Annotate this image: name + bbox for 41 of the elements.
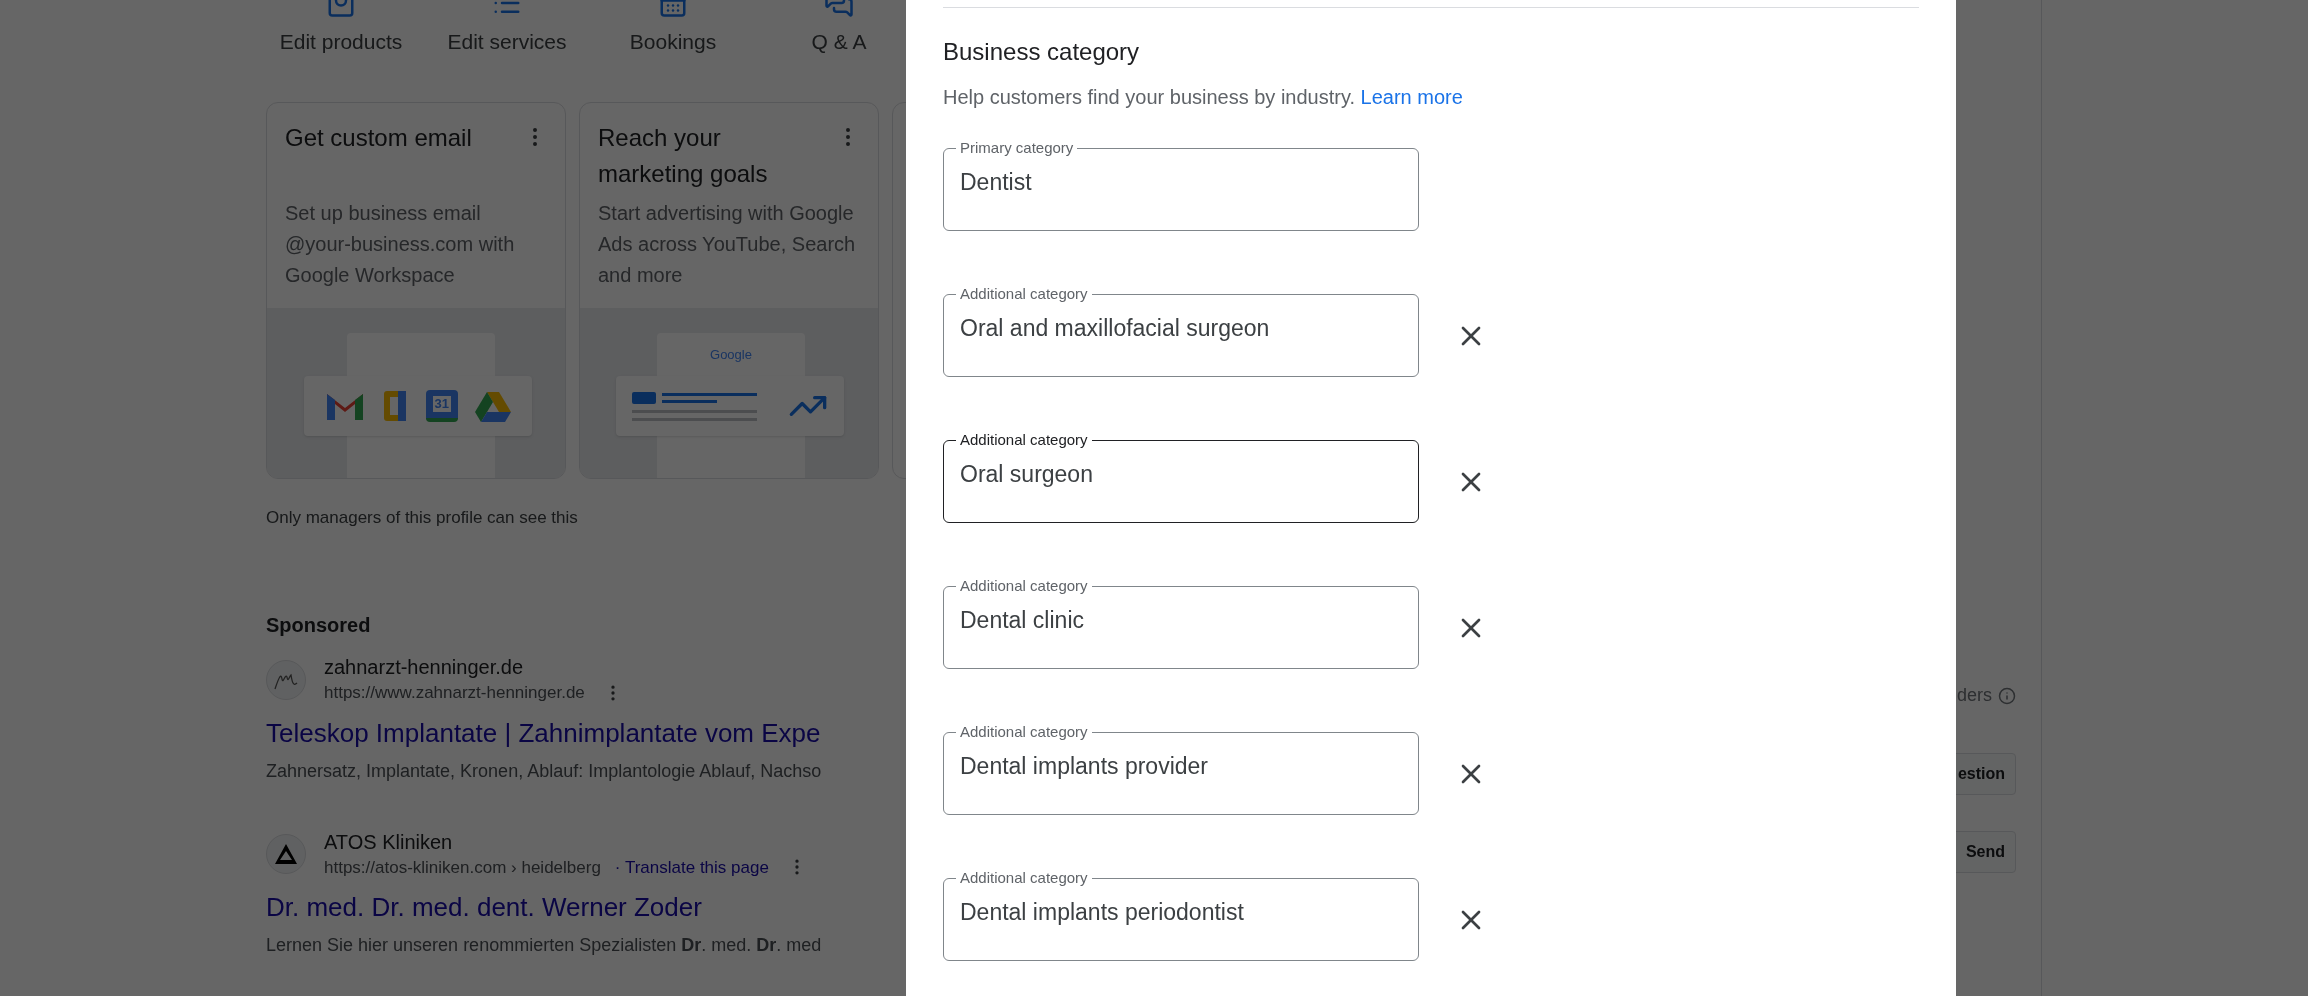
ad-title-link[interactable]: Teleskop Implantate | Zahnimplantate vom Expe	[266, 715, 821, 750]
field-value: Dental clinic	[959, 606, 1085, 635]
triangle-icon	[475, 389, 512, 422]
field-label: Additional category	[959, 868, 1089, 888]
card-description: Start advertising with Google Ads across YouTube, Search and more	[598, 200, 857, 288]
field-value: Oral surgeon	[959, 460, 1094, 489]
learn-more-link[interactable]: Learn more	[1360, 86, 1463, 108]
translate-link[interactable]: · Translate this page	[614, 854, 769, 880]
quick-action-button[interactable]: Edit products	[258, 0, 424, 58]
quick-action-button[interactable]: Q & A	[756, 0, 922, 58]
field-label: Additional category	[959, 722, 1089, 742]
field-label: Additional category	[959, 430, 1089, 450]
section-title: Business category	[943, 37, 1141, 67]
quick-action-button[interactable]: Edit services	[424, 0, 590, 58]
site-logo	[266, 834, 306, 875]
search-logo: Google	[710, 345, 752, 364]
card-title: Reach your marketing goals	[598, 122, 769, 189]
field-value: Dental implants periodontist	[959, 898, 1245, 927]
calendar-date: 31	[432, 395, 451, 412]
field-label: Additional category	[959, 284, 1089, 304]
help-text: Help customers find your business by industry. Learn more	[943, 85, 1464, 110]
field-value: Oral and maxillofacial surgeon	[959, 314, 1271, 343]
ad-site-name: zahnarzt-henninger.de	[324, 655, 525, 680]
ad-site-name: ATOS Kliniken	[324, 829, 454, 855]
card-description: Set up business email @your-business.com with Google Workspace	[285, 200, 516, 288]
visibility-note: Only managers of this profile can see this	[266, 506, 579, 529]
panel-note: ders	[1957, 684, 1992, 707]
ad-title-link[interactable]: Dr. med. Dr. med. dent. Werner Zoder	[266, 890, 702, 924]
ad-url: https://www.zahnarzt-henninger.de	[324, 682, 585, 704]
document-icon	[382, 388, 409, 423]
section-heading: Sponsored	[266, 613, 371, 638]
card-title: Get custom email	[285, 122, 473, 153]
field-label: Additional category	[959, 576, 1089, 596]
quick-action-button[interactable]: Bookings	[590, 0, 756, 58]
field-value: Dental implants provider	[959, 752, 1209, 781]
ad-description: Lernen Sie hier unseren renommierten Spezialisten Dr. med. Dr. med	[266, 934, 822, 957]
field-label: Primary category	[959, 138, 1075, 158]
ad-description: Zahnersatz, Implantate, Kronen, Ablauf: Implantologie Ablauf, Nachso	[266, 759, 822, 783]
site-logo	[266, 659, 306, 700]
field-value: Dentist	[959, 168, 1033, 197]
ad-url: https://atos-kliniken.com › heidelberg	[324, 856, 601, 879]
